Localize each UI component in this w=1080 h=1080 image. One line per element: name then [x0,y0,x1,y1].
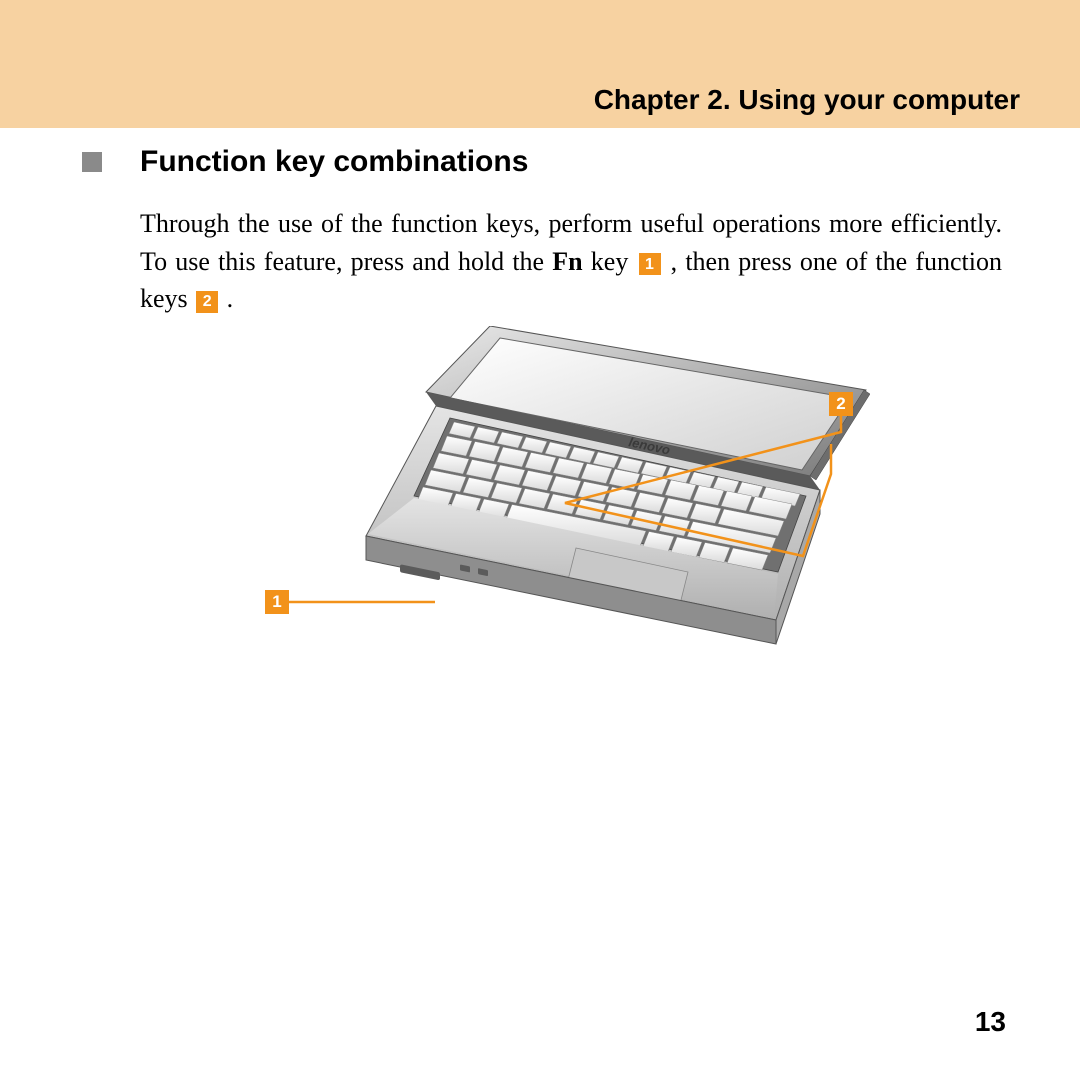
chapter-title: Chapter 2. Using your computer [594,84,1020,116]
page-number: 13 [975,1006,1006,1038]
inline-callout-1: 1 [639,253,661,275]
laptop-illustration: lenovo [330,326,870,652]
content-area: Function key combinations Through the us… [82,145,1002,344]
inline-callout-2: 2 [196,291,218,313]
section-bullet-icon [82,152,102,172]
para-text-4: . [220,284,233,313]
figure-laptop: lenovo [265,326,885,652]
section-paragraph: Through the use of the function keys, pe… [140,205,1002,318]
figure-callout-2: 2 [829,392,853,416]
fn-key-label: Fn [552,247,582,276]
figure-callout-1: 1 [265,590,289,614]
section-title: Function key combinations [140,145,528,179]
header-band: Chapter 2. Using your computer [0,0,1080,128]
para-text-2: key [583,247,637,276]
section-heading-row: Function key combinations [82,145,1002,179]
